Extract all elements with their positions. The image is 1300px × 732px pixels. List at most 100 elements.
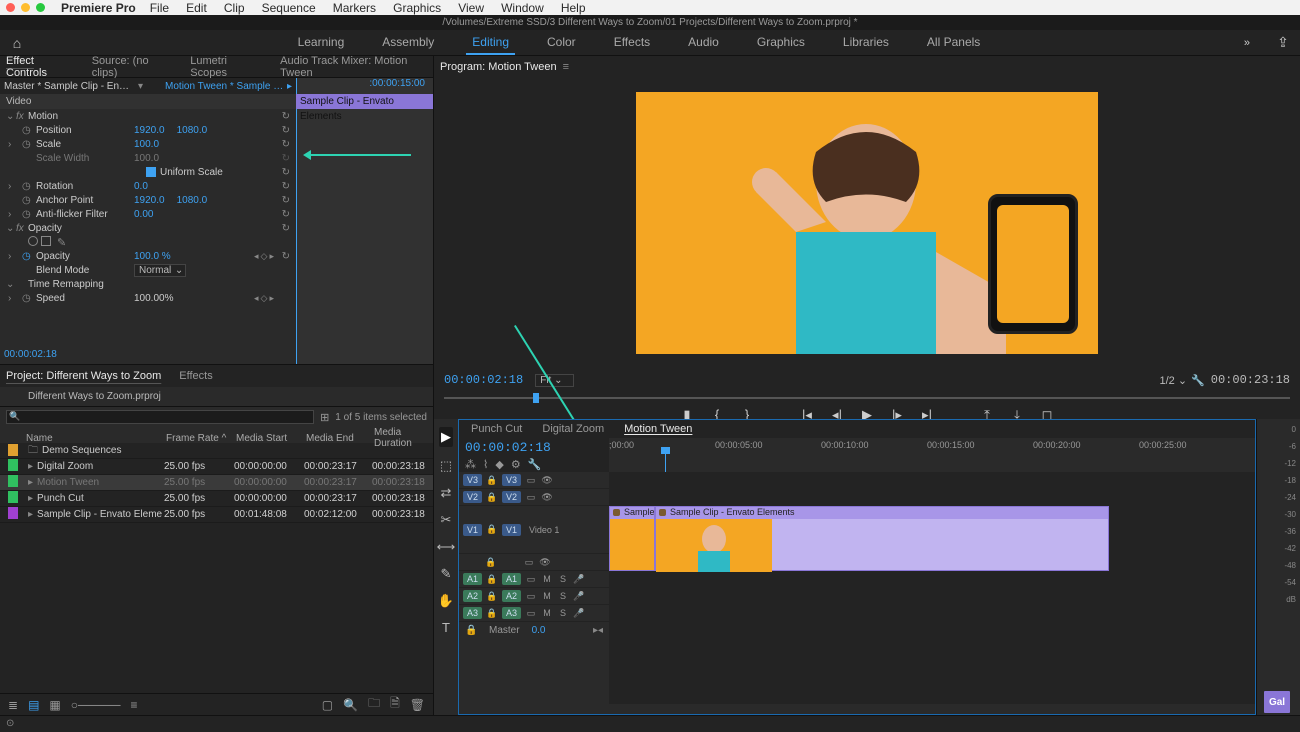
resolution-dropdown[interactable]: 1/2 ⌄ xyxy=(1160,374,1188,387)
eye-icon[interactable]: 👁 xyxy=(541,492,553,503)
track-output-icon[interactable]: ▭ xyxy=(525,475,537,486)
track-a2-source[interactable]: A2 xyxy=(463,590,482,602)
delete-icon[interactable]: 🗑 xyxy=(410,698,425,712)
new-item-icon[interactable]: 🗎 xyxy=(390,694,400,715)
rotation-value[interactable]: 0.0 xyxy=(134,181,148,192)
scale-value[interactable]: 100.0 xyxy=(134,139,159,150)
reset-icon[interactable]: ↻ xyxy=(282,139,290,150)
lock-icon[interactable]: 🔒 xyxy=(486,591,498,602)
menu-file[interactable]: File xyxy=(150,1,169,15)
project-row[interactable]: ▸Motion Tween25.00 fps00:00:00:0000:00:2… xyxy=(0,475,433,491)
speed-value[interactable]: 100.00% xyxy=(134,293,173,304)
lock-icon[interactable]: 🔒 xyxy=(486,492,498,503)
next-keyframe-icon[interactable]: ▸ xyxy=(269,293,274,304)
workspace-overflow-icon[interactable]: » xyxy=(1244,37,1250,49)
workspace-learning[interactable]: Learning xyxy=(292,31,351,55)
track-a2-target[interactable]: A2 xyxy=(502,590,521,602)
project-row[interactable]: ▸Digital Zoom25.00 fps00:00:00:0000:00:2… xyxy=(0,459,433,475)
col-mediaend[interactable]: Media End xyxy=(304,433,372,444)
ripple-edit-tool-icon[interactable]: ⇄ xyxy=(441,485,452,501)
tab-lumetri-scopes[interactable]: Lumetri Scopes xyxy=(190,55,262,79)
filter-bins-icon[interactable]: ⊞ xyxy=(320,411,329,424)
ec-sequence-link[interactable]: Motion Tween * Sample Clip - En... xyxy=(165,81,285,92)
reset-icon[interactable]: ↻ xyxy=(282,251,290,262)
uniform-scale-checkbox[interactable] xyxy=(146,167,156,177)
lock-icon[interactable]: 🔒 xyxy=(486,608,498,619)
next-keyframe-icon[interactable]: ▸ xyxy=(269,251,274,262)
lock-icon[interactable]: 🔒 xyxy=(486,475,498,486)
settings-icon[interactable]: 🔧 xyxy=(1191,374,1205,387)
track-output-icon[interactable]: ▭ xyxy=(525,492,537,503)
reset-icon[interactable]: ↻ xyxy=(282,125,290,136)
zoom-slider[interactable]: ○───── xyxy=(71,698,121,712)
project-row[interactable]: ▸Punch Cut25.00 fps00:00:00:0000:00:23:1… xyxy=(0,491,433,507)
twirl-icon[interactable]: › xyxy=(8,293,18,304)
track-a1-source[interactable]: A1 xyxy=(463,573,482,585)
voice-icon[interactable]: 🎤 xyxy=(573,574,585,585)
col-mediaduration[interactable]: Media Duration xyxy=(372,427,433,449)
voice-icon[interactable]: 🎤 xyxy=(573,608,585,619)
tab-program[interactable]: Program: Motion Tween xyxy=(440,61,557,73)
pen-tool-icon[interactable]: ✎ xyxy=(441,566,452,582)
project-search-input[interactable] xyxy=(6,410,314,424)
workspace-allpanels[interactable]: All Panels xyxy=(921,31,986,55)
menu-clip[interactable]: Clip xyxy=(224,1,245,15)
reset-icon[interactable]: ↻ xyxy=(282,181,290,192)
workspace-effects[interactable]: Effects xyxy=(608,31,656,55)
lock-icon[interactable]: 🔒 xyxy=(465,625,477,636)
workspace-editing[interactable]: Editing xyxy=(466,31,515,55)
twirl-icon[interactable]: › xyxy=(8,209,18,220)
antiflicker-value[interactable]: 0.00 xyxy=(134,209,153,220)
ec-clip-bar[interactable]: Sample Clip - Envato Elements xyxy=(296,94,433,109)
ec-mini-timeline[interactable]: :00:00:15:00 Sample Clip - Envato Elemen… xyxy=(296,78,433,364)
new-bin-icon[interactable]: 🗀 xyxy=(368,694,380,715)
window-maximize-button[interactable] xyxy=(36,3,45,12)
eye-icon[interactable]: 👁 xyxy=(539,557,551,568)
track-v2-target[interactable]: V2 xyxy=(502,491,521,503)
project-row[interactable]: ▸Sample Clip - Envato Eleme25.00 fps00:0… xyxy=(0,507,433,523)
workspace-libraries[interactable]: Libraries xyxy=(837,31,895,55)
find-icon[interactable]: 🔍 xyxy=(343,698,358,712)
automate-icon[interactable]: ▢ xyxy=(322,698,333,712)
stopwatch-icon[interactable]: ◷ xyxy=(22,139,36,150)
menu-edit[interactable]: Edit xyxy=(186,1,207,15)
stopwatch-icon[interactable]: ◷ xyxy=(22,125,36,136)
track-v3-source[interactable]: V3 xyxy=(463,474,482,486)
tab-effects[interactable]: Effects xyxy=(179,370,212,382)
timeline-timecode[interactable]: 00:00:02:18 xyxy=(465,440,603,455)
tl-linked-icon[interactable]: ⌇ xyxy=(483,458,488,471)
track-output-icon[interactable]: ▭ xyxy=(525,591,537,602)
timeline-zoom-scrollbar[interactable] xyxy=(459,704,1255,714)
track-output-icon[interactable]: ▭ xyxy=(523,557,535,568)
window-close-button[interactable] xyxy=(6,3,15,12)
mask-ellipse-icon[interactable] xyxy=(28,236,38,246)
sequence-tab-digitalzoom[interactable]: Digital Zoom xyxy=(542,423,604,435)
stopwatch-icon[interactable]: ◷ xyxy=(22,293,36,304)
menu-graphics[interactable]: Graphics xyxy=(393,1,441,15)
selection-tool-icon[interactable]: ▶ xyxy=(439,427,453,447)
track-a3-target[interactable]: A3 xyxy=(502,607,521,619)
tab-source[interactable]: Source: (no clips) xyxy=(92,55,173,79)
tl-snap-icon[interactable]: ⁂ xyxy=(465,458,476,471)
workspace-audio[interactable]: Audio xyxy=(682,31,725,55)
opacity-effect[interactable]: Opacity xyxy=(28,223,126,234)
twirl-icon[interactable]: ⌄ xyxy=(6,223,16,234)
timeremap-effect[interactable]: Time Remapping xyxy=(28,279,126,290)
stopwatch-icon[interactable]: ◷ xyxy=(22,209,36,220)
col-framerate[interactable]: Frame Rate ^ xyxy=(164,433,234,444)
lock-icon[interactable]: 🔒 xyxy=(486,524,498,535)
quick-export-button[interactable]: ⇪ xyxy=(1266,34,1300,51)
track-select-tool-icon[interactable]: ⬚ xyxy=(440,458,452,474)
track-output-icon[interactable]: ▭ xyxy=(525,574,537,585)
add-keyframe-icon[interactable]: ◇ xyxy=(261,293,268,304)
menu-markers[interactable]: Markers xyxy=(333,1,376,15)
twirl-icon[interactable]: › xyxy=(8,181,18,192)
sequence-tab-punchcut[interactable]: Punch Cut xyxy=(471,423,522,435)
reset-icon[interactable]: ↻ xyxy=(282,209,290,220)
workspace-assembly[interactable]: Assembly xyxy=(376,31,440,55)
twirl-icon[interactable]: › xyxy=(8,251,18,262)
reset-icon[interactable]: ↻ xyxy=(282,167,290,178)
razor-tool-icon[interactable]: ✂ xyxy=(441,512,452,528)
tl-wrench-icon[interactable]: 🔧 xyxy=(528,458,542,471)
track-output-icon[interactable]: ▭ xyxy=(525,608,537,619)
